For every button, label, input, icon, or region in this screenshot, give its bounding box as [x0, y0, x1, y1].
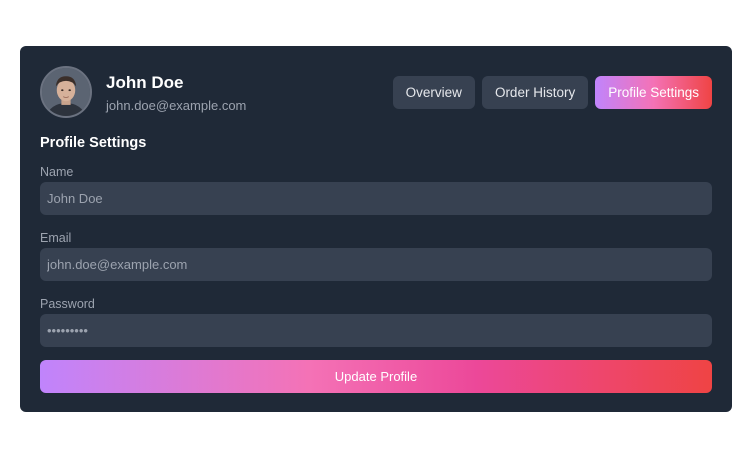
tab-profile-settings[interactable]: Profile Settings — [595, 76, 712, 109]
email-label: Email — [40, 231, 72, 245]
avatar — [40, 66, 92, 118]
profile-header: John Doe john.doe@example.com Overview O… — [40, 66, 712, 118]
name-field[interactable] — [40, 182, 712, 215]
email-field[interactable] — [40, 248, 712, 281]
password-label: Password — [40, 297, 95, 311]
tab-overview[interactable]: Overview — [392, 76, 475, 109]
user-avatar-icon — [42, 68, 90, 116]
password-field[interactable] — [40, 314, 712, 347]
user-email: john.doe@example.com — [106, 98, 247, 113]
user-name: John Doe — [106, 73, 184, 92]
update-profile-button[interactable]: Update Profile — [40, 360, 712, 393]
tab-order-history[interactable]: Order History — [481, 76, 589, 109]
name-label: Name — [40, 165, 74, 179]
profile-card: John Doe john.doe@example.com Overview O… — [20, 46, 732, 412]
section-title: Profile Settings — [40, 135, 147, 151]
tab-bar: Overview Order History Profile Settings — [392, 76, 712, 109]
